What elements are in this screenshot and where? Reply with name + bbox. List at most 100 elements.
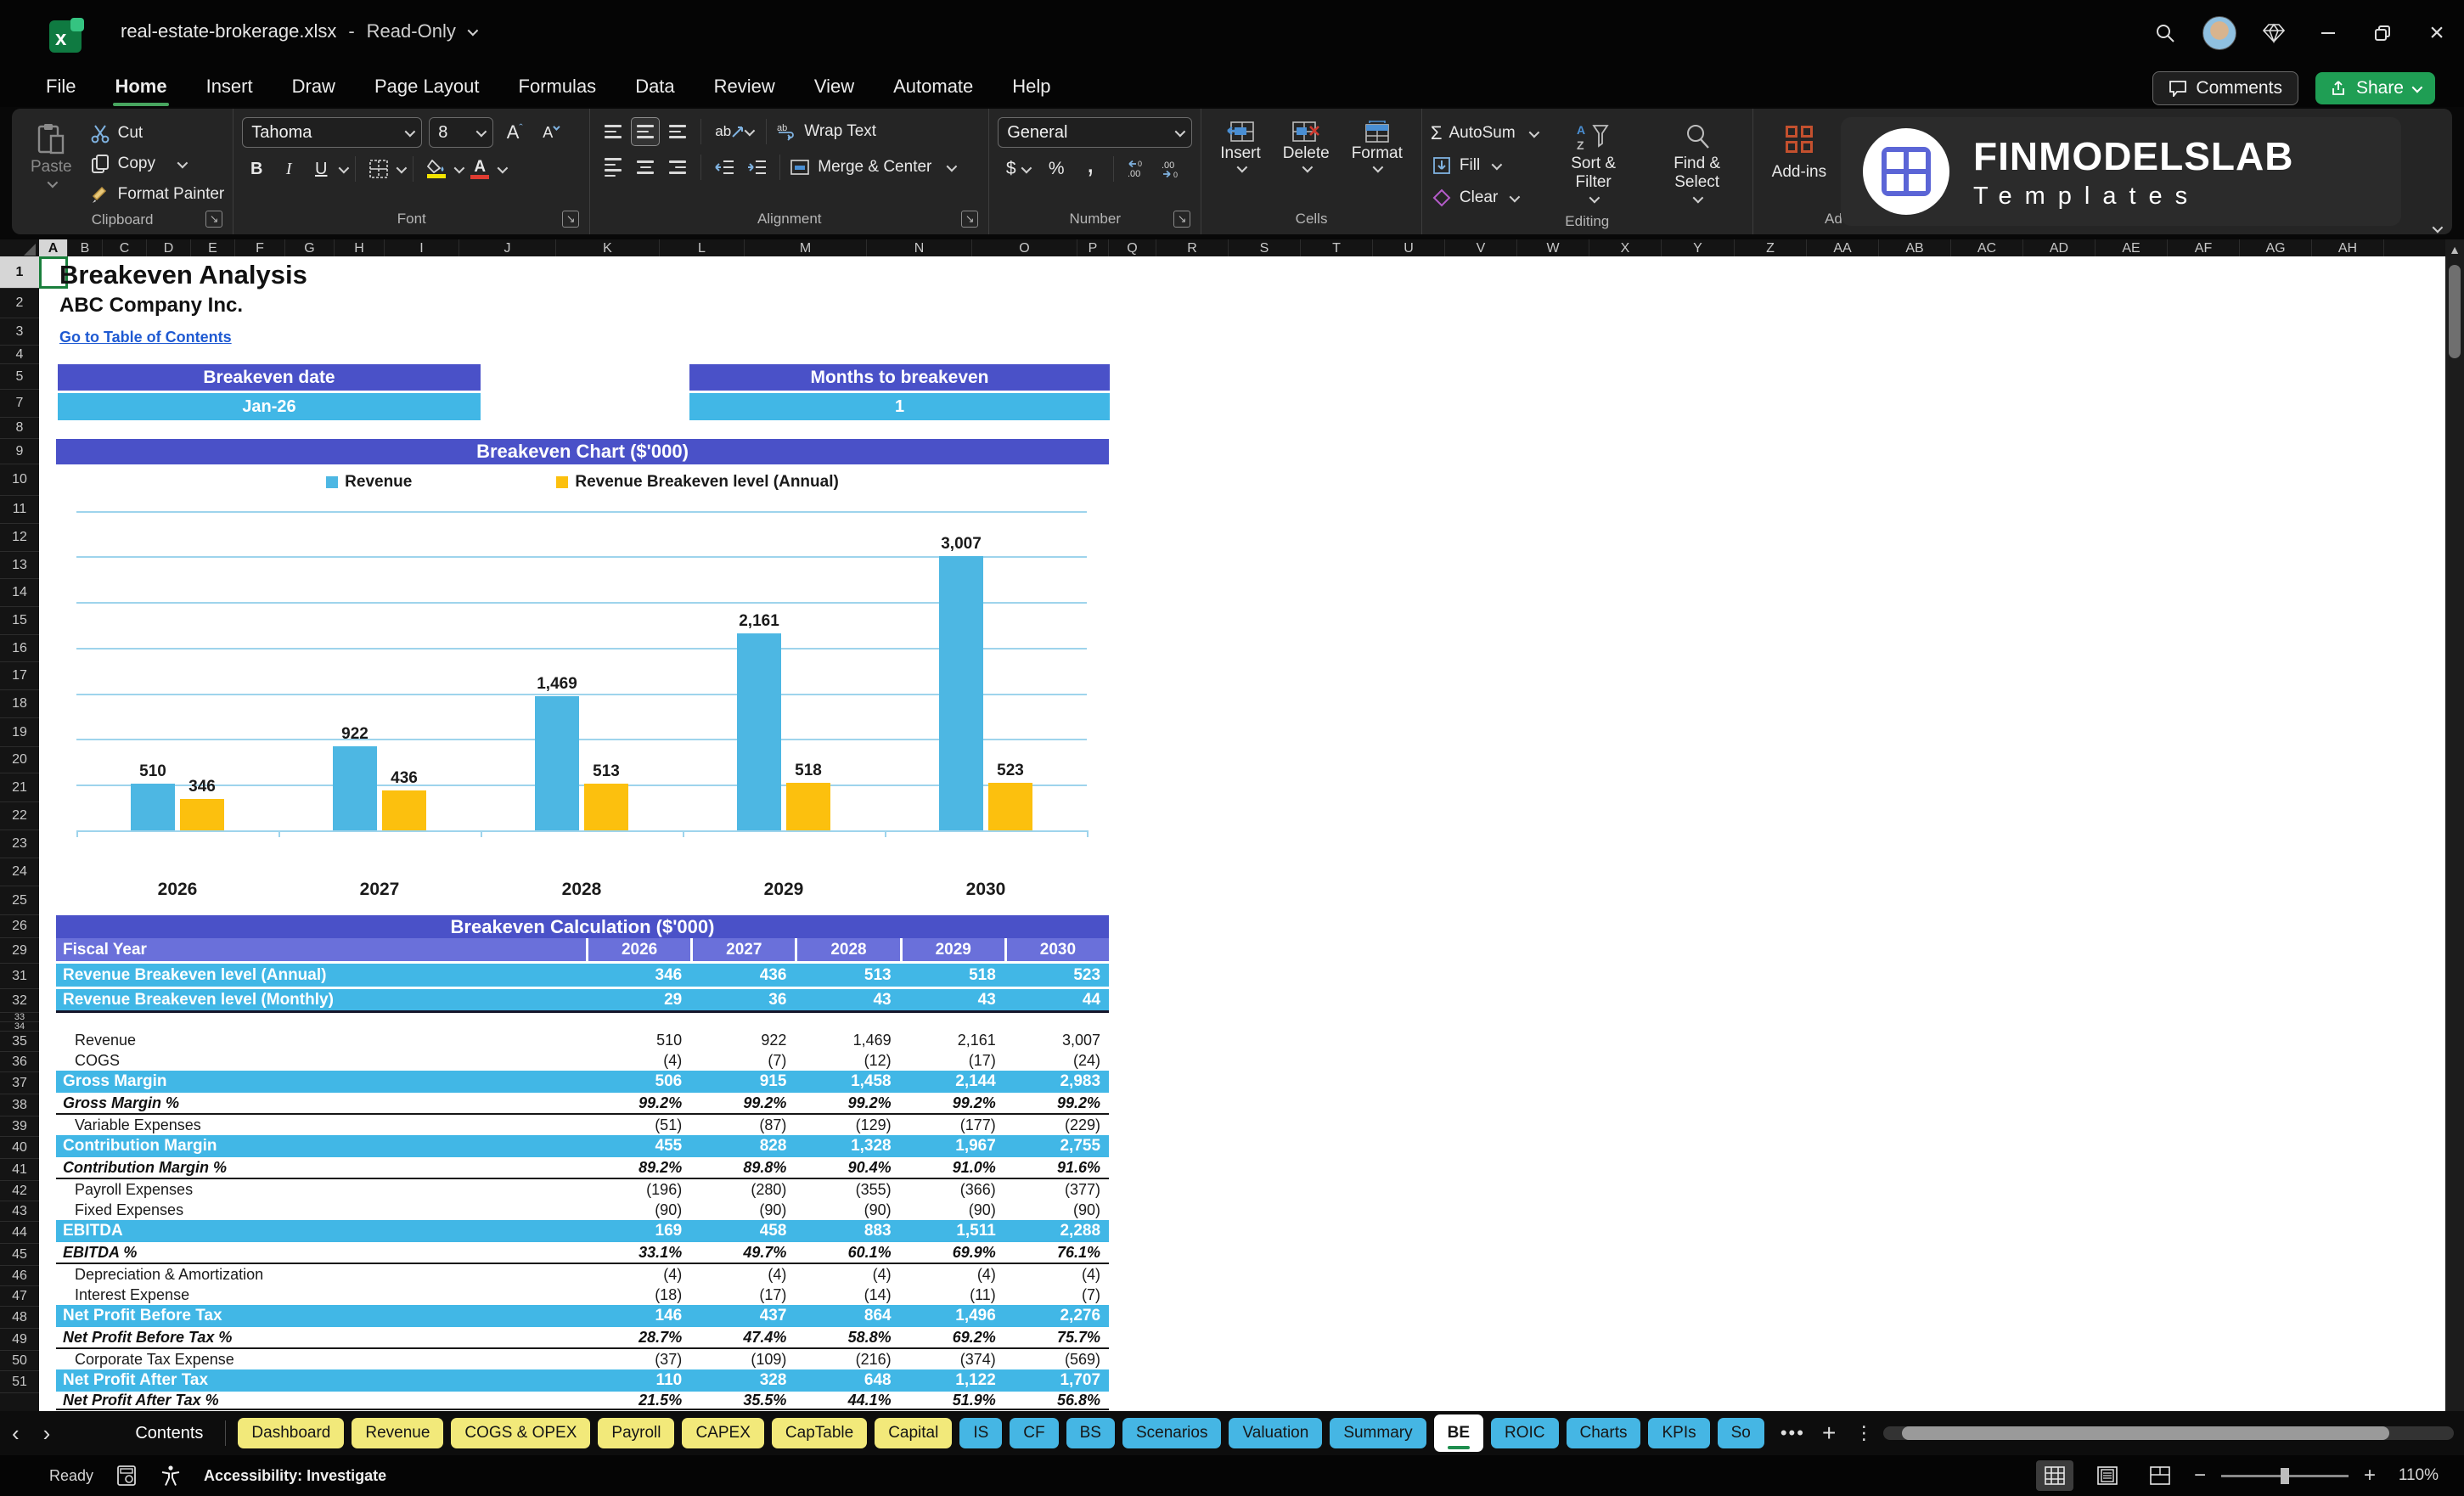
macro-record-icon[interactable] (115, 1465, 138, 1487)
column-header-P[interactable]: P (1077, 239, 1109, 258)
align-center-button[interactable] (631, 153, 660, 182)
align-top-button[interactable] (599, 117, 627, 146)
table-row-net-profit-after-tax-[interactable]: Net Profit After Tax %21.5%35.5%44.1%51.… (56, 1392, 1109, 1410)
row-header-2[interactable]: 2 (0, 289, 39, 318)
row-header-33[interactable]: 33 (0, 1013, 39, 1022)
column-header-Z[interactable]: Z (1735, 239, 1807, 258)
table-row-interest-expense[interactable]: Interest Expense(18)(17)(14)(11)(7) (56, 1285, 1109, 1305)
font-color-button[interactable]: A (465, 155, 494, 183)
wrap-text-button[interactable]: ab Wrap Text (775, 117, 876, 146)
bold-button[interactable]: B (242, 155, 271, 183)
zoom-out-button[interactable]: − (2194, 1464, 2206, 1488)
title-chevron-icon[interactable] (467, 25, 478, 36)
sheet-tab-scenarios[interactable]: Scenarios (1122, 1418, 1222, 1448)
comments-button[interactable]: Comments (2152, 71, 2298, 105)
fill-color-chevron[interactable] (454, 162, 465, 173)
row-header-12[interactable]: 12 (0, 524, 39, 552)
menu-tab-formulas[interactable]: Formulas (502, 69, 614, 104)
column-header-A[interactable]: A (39, 239, 68, 258)
row-header-19[interactable]: 19 (0, 718, 39, 747)
column-header-U[interactable]: U (1373, 239, 1445, 258)
column-header-X[interactable]: X (1589, 239, 1662, 258)
table-row-fiscal-year[interactable]: Fiscal Year20262027202820292030 (56, 938, 1109, 964)
zoom-in-button[interactable]: + (2364, 1464, 2376, 1488)
row-header-23[interactable]: 23 (0, 830, 39, 858)
column-header-AH[interactable]: AH (2312, 239, 2384, 258)
vertical-scrollbar[interactable]: ▲ (2445, 239, 2464, 1411)
underline-button[interactable]: U (307, 155, 335, 183)
table-row-net-profit-before-tax[interactable]: Net Profit Before Tax1464378641,4962,276 (56, 1305, 1109, 1327)
table-row-band-1[interactable]: Revenue Breakeven level (Monthly)2936434… (56, 989, 1109, 1013)
column-header-L[interactable]: L (660, 239, 745, 258)
column-header-AE[interactable]: AE (2096, 239, 2168, 258)
column-headers[interactable]: ABCDEFGHIJKLMNOPQRSTUVWXYZAAABACADAEAFAG… (39, 239, 2447, 258)
currency-format-button[interactable]: $ (998, 155, 1037, 183)
column-header-N[interactable]: N (867, 239, 972, 258)
row-header-31[interactable]: 31 (0, 964, 39, 989)
clear-button[interactable]: Clear (1431, 183, 1537, 212)
horizontal-scrollbar[interactable] (1883, 1426, 2454, 1440)
sheet-tab-cf[interactable]: CF (1010, 1418, 1058, 1448)
grow-font-button[interactable]: Aˆ (500, 118, 529, 147)
row-header-32[interactable]: 32 (0, 989, 39, 1013)
font-family-combo[interactable]: Tahoma (242, 117, 422, 148)
column-header-C[interactable]: C (103, 239, 147, 258)
row-header-20[interactable]: 20 (0, 747, 39, 773)
sheet-tab-cogs-opex[interactable]: COGS & OPEX (451, 1418, 590, 1448)
row-header-22[interactable]: 22 (0, 802, 39, 830)
column-header-AA[interactable]: AA (1807, 239, 1879, 258)
restore-button[interactable] (2355, 8, 2410, 59)
sheet-tab-charts[interactable]: Charts (1567, 1418, 1641, 1448)
autosum-button[interactable]: Σ AutoSum (1431, 119, 1537, 148)
row-header-15[interactable]: 15 (0, 607, 39, 635)
table-row-variable-expenses[interactable]: Variable Expenses(51)(87)(129)(177)(229) (56, 1115, 1109, 1135)
menu-tab-automate[interactable]: Automate (876, 69, 990, 104)
table-row-gross-margin-[interactable]: Gross Margin %99.2%99.2%99.2%99.2%99.2% (56, 1093, 1109, 1115)
row-header-47[interactable]: 47 (0, 1286, 39, 1307)
menu-tab-help[interactable]: Help (995, 69, 1067, 104)
column-header-F[interactable]: F (235, 239, 285, 258)
page-layout-view-button[interactable] (2089, 1460, 2126, 1491)
sheet-tab-dashboard[interactable]: Dashboard (238, 1418, 344, 1448)
sheet-tab-payroll[interactable]: Payroll (598, 1418, 674, 1448)
zoom-slider-thumb[interactable] (2281, 1468, 2289, 1484)
column-header-D[interactable]: D (147, 239, 191, 258)
gem-icon[interactable] (2247, 8, 2301, 59)
column-header-S[interactable]: S (1229, 239, 1301, 258)
sheet-tab-valuation[interactable]: Valuation (1229, 1418, 1322, 1448)
table-row-contribution-margin-[interactable]: Contribution Margin %89.2%89.8%90.4%91.0… (56, 1157, 1109, 1179)
tabs-scroll-left-icon[interactable]: ‹ (0, 1420, 31, 1447)
sheet-tab-is[interactable]: IS (959, 1418, 1002, 1448)
underline-chevron[interactable] (339, 162, 350, 173)
row-header-49[interactable]: 49 (0, 1329, 39, 1351)
menu-tab-review[interactable]: Review (697, 69, 792, 104)
align-right-button[interactable] (663, 153, 692, 182)
column-header-AG[interactable]: AG (2240, 239, 2312, 258)
row-header-17[interactable]: 17 (0, 662, 39, 690)
increase-indent-button[interactable] (742, 153, 771, 182)
row-header-16[interactable]: 16 (0, 635, 39, 662)
comma-format-button[interactable]: , (1076, 155, 1105, 183)
table-row-band-0[interactable]: Revenue Breakeven level (Annual)34643651… (56, 964, 1109, 989)
search-icon[interactable] (2138, 8, 2192, 59)
sheet-tab-so[interactable]: So (1718, 1418, 1764, 1448)
page-break-view-button[interactable] (2141, 1460, 2179, 1491)
row-header-26[interactable]: 26 (0, 915, 39, 938)
column-header-AB[interactable]: AB (1879, 239, 1951, 258)
table-of-contents-link[interactable]: Go to Table of Contents (59, 329, 232, 346)
row-header-34[interactable]: 34 (0, 1022, 39, 1032)
row-header-13[interactable]: 13 (0, 552, 39, 579)
column-header-J[interactable]: J (459, 239, 556, 258)
align-left-button[interactable] (599, 153, 627, 182)
table-row-net-profit-after-tax[interactable]: Net Profit After Tax1103286481,1221,707 (56, 1369, 1109, 1392)
row-header-4[interactable]: 4 (0, 346, 39, 364)
row-header-25[interactable]: 25 (0, 886, 39, 915)
menu-tab-insert[interactable]: Insert (189, 69, 270, 104)
table-row-depreciation-amortization[interactable]: Depreciation & Amortization(4)(4)(4)(4)(… (56, 1264, 1109, 1285)
sheet-tab-kpis[interactable]: KPIs (1648, 1418, 1709, 1448)
decrease-indent-button[interactable] (710, 153, 739, 182)
row-header-44[interactable]: 44 (0, 1222, 39, 1244)
minimize-button[interactable] (2301, 8, 2355, 59)
font-size-combo[interactable]: 8 (429, 117, 493, 148)
row-header-9[interactable]: 9 (0, 439, 39, 464)
